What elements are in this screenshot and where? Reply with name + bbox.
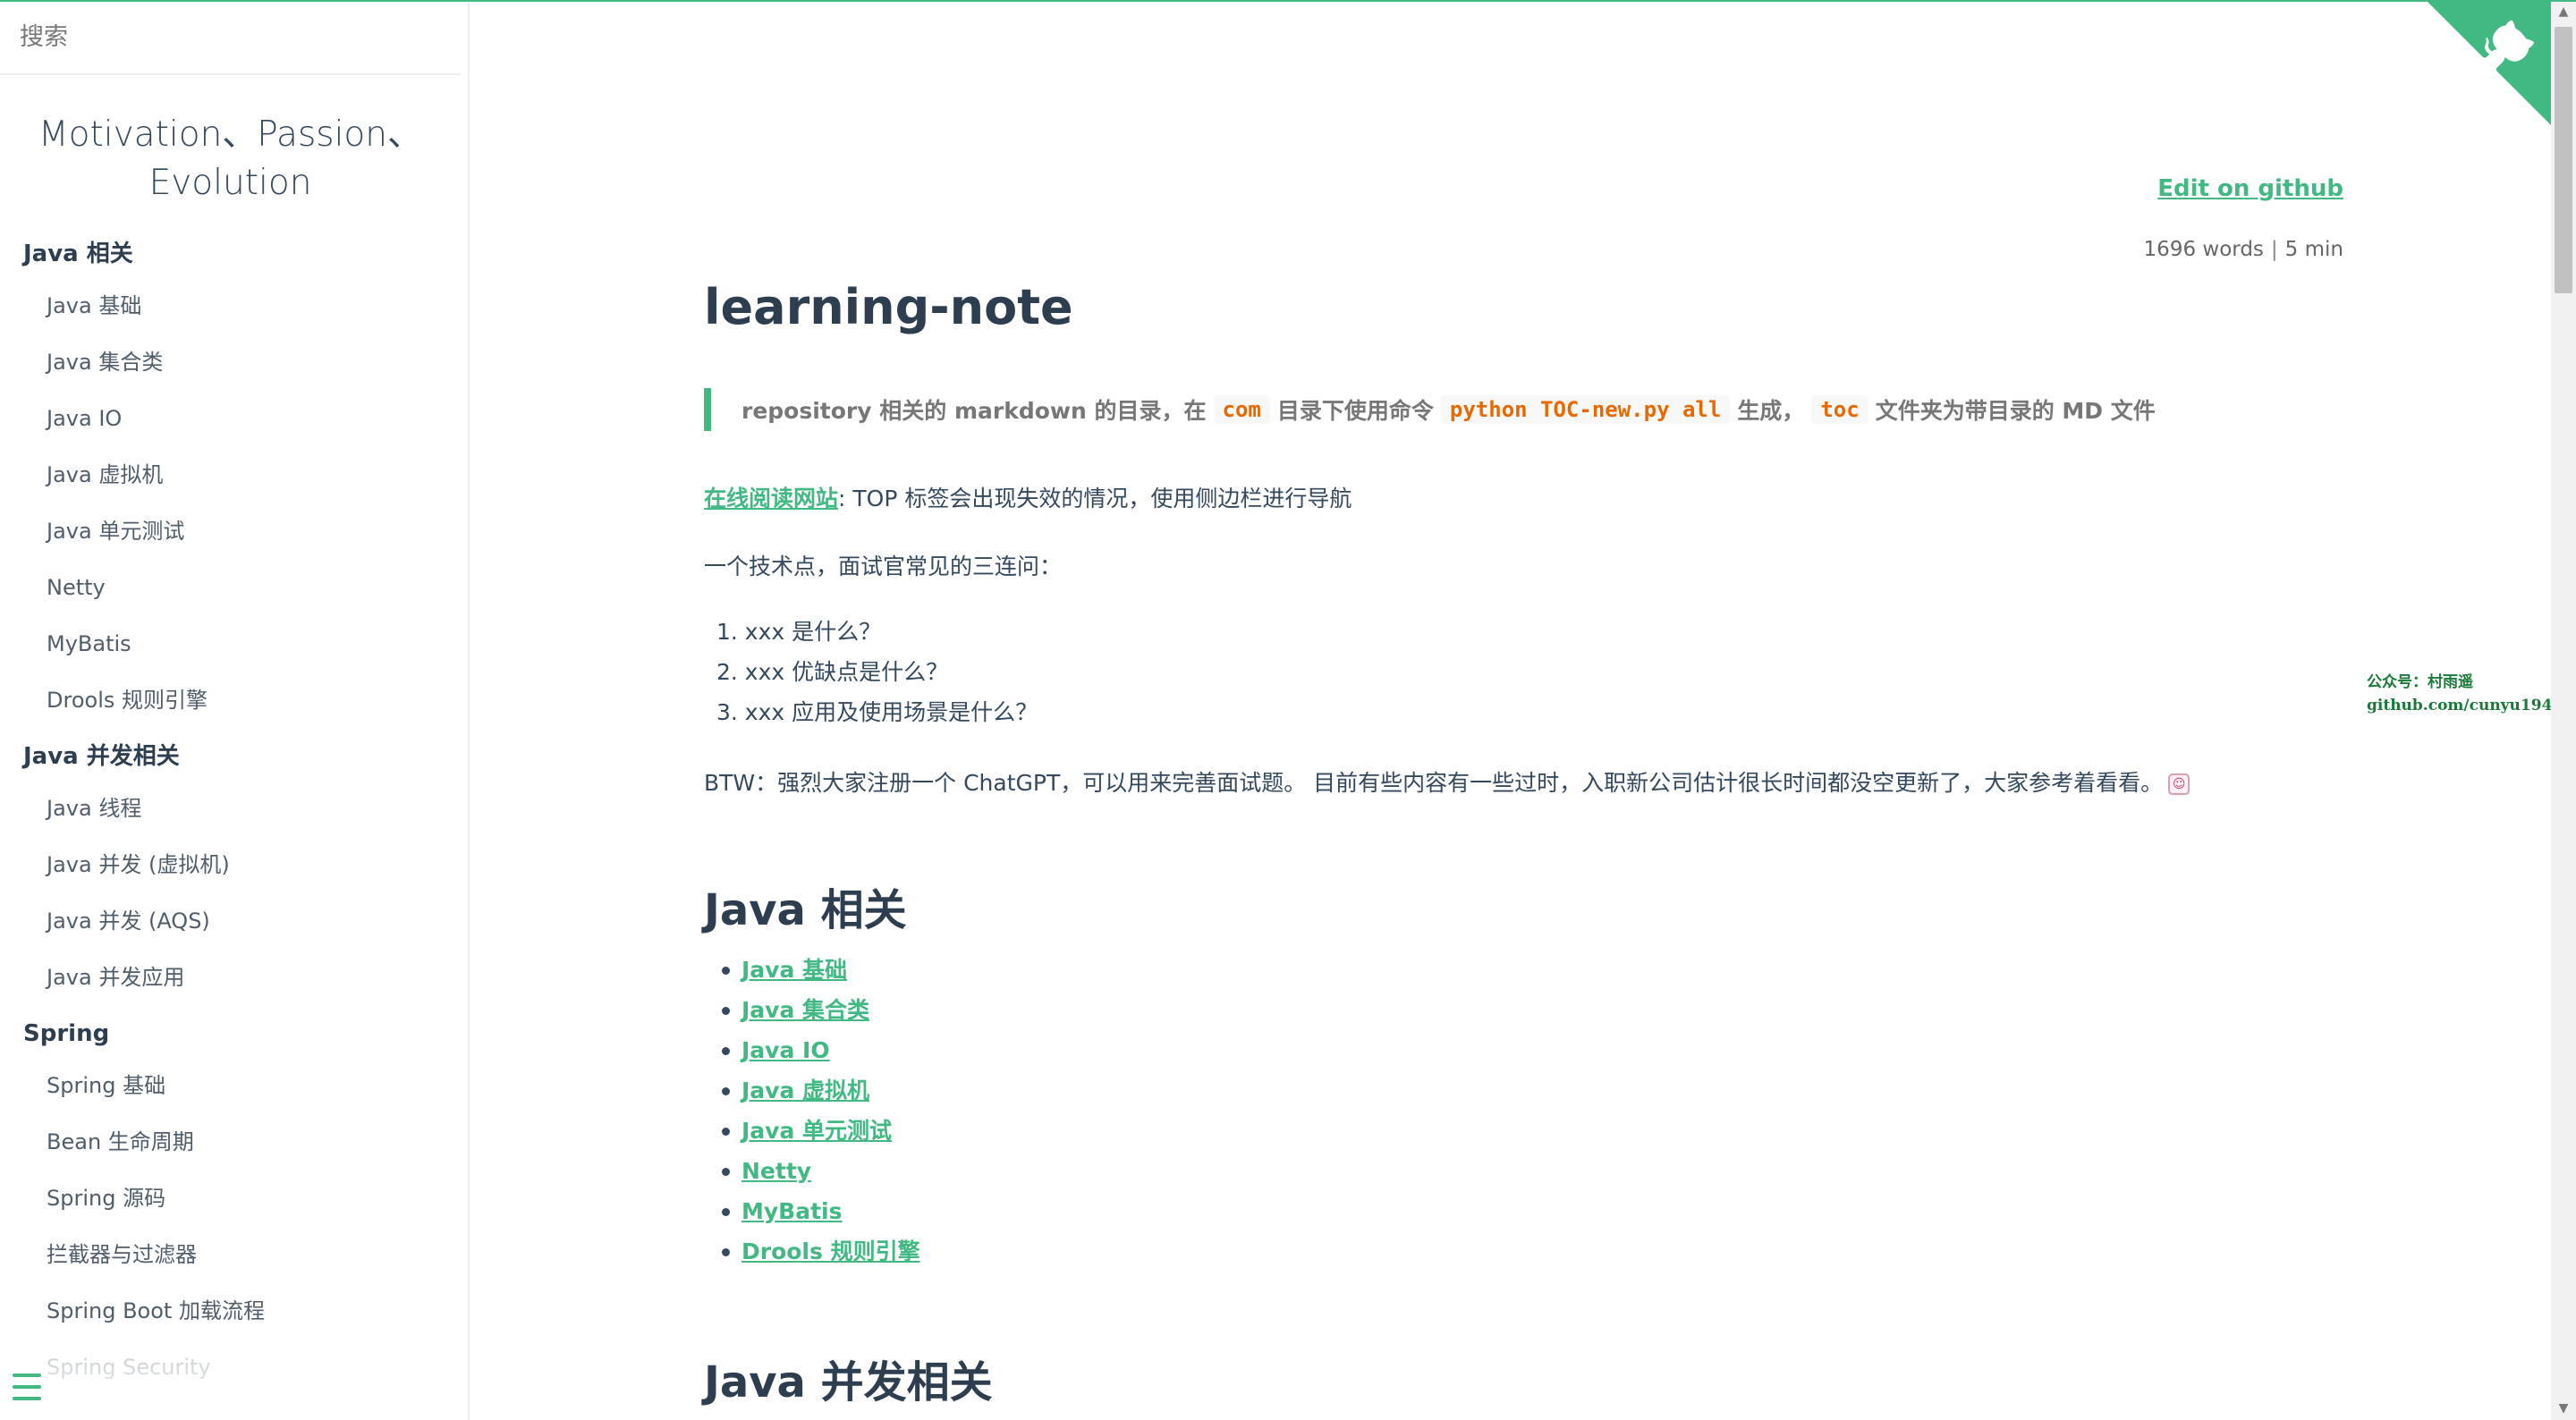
online-reading-paragraph: 在线阅读网站: TOP 标签会出现失效的情况，使用侧边栏进行导航: [704, 481, 1352, 513]
java-topic-link[interactable]: MyBatis: [741, 1198, 843, 1224]
btw-text: BTW：强烈大家注册一个 ChatGPT，可以用来完善面试题。 目前有些内容有一…: [704, 770, 2164, 796]
sidebar-item[interactable]: Java IO: [0, 399, 461, 455]
list-item: Drools 规则引擎: [722, 1235, 920, 1275]
sidebar-item[interactable]: Bean 生命周期: [0, 1122, 461, 1179]
java-topic-link[interactable]: Java 基础: [741, 957, 847, 983]
online-reading-link[interactable]: 在线阅读网站: [704, 486, 838, 511]
sidebar-item[interactable]: Spring 基础: [0, 1066, 461, 1122]
list-item: 3. xxx 应用及使用场景是什么？: [716, 699, 1038, 725]
list-item: Java 集合类: [722, 993, 920, 1034]
quote-text-3: 生成，: [1737, 398, 1805, 424]
intro-blockquote: repository 相关的 markdown 的目录，在 com 目录下使用命…: [704, 388, 2156, 431]
read-time: 5 min: [2284, 238, 2343, 261]
sidebar-item[interactable]: Java 并发 (虚拟机): [0, 845, 461, 901]
github-corner-link[interactable]: [2426, 0, 2551, 125]
main-content: Edit on github 1696 words | 5 min learning…: [704, 0, 2343, 1420]
list-item: Netty: [722, 1154, 920, 1195]
sidebar-item[interactable]: 拦截器与过滤器: [0, 1235, 461, 1291]
question-list: 1. xxx 是什么？ 2. xxx 优缺点是什么？ 3. xxx 应用及使用场景是…: [716, 615, 1038, 736]
list-item: MyBatis: [722, 1195, 920, 1235]
scrollbar-thumb[interactable]: [2555, 27, 2572, 293]
sidebar-item[interactable]: Java 基础: [0, 286, 461, 342]
btw-paragraph: BTW：强烈大家注册一个 ChatGPT，可以用来完善面试题。 目前有些内容有一…: [704, 765, 2190, 798]
sidebar-item[interactable]: Java 并发应用: [0, 958, 461, 1014]
online-reading-note: : TOP 标签会出现失效的情况，使用侧边栏进行导航: [838, 486, 1352, 511]
sidebar-item[interactable]: Java 虚拟机: [0, 455, 461, 511]
sidebar-nav: Java 相关 Java 基础 Java 集合类 Java IO Java 虚拟机 Jav…: [0, 234, 461, 1404]
reading-meta: 1696 words | 5 min: [2144, 238, 2343, 261]
top-accent-line: [0, 0, 2576, 2]
quote-text-2: 目录下使用命令: [1276, 398, 1434, 424]
sidebar-group[interactable]: Java 并发相关: [0, 737, 461, 789]
java-topic-link[interactable]: Drools 规则引擎: [741, 1238, 920, 1264]
quote-text-1: repository 相关的 markdown 的目录，在: [741, 398, 1207, 424]
list-item: Java IO: [722, 1034, 920, 1074]
list-item: Java 虚拟机: [722, 1074, 920, 1114]
sidebar-item[interactable]: Java 集合类: [0, 342, 461, 399]
list-item: Java 基础: [722, 953, 920, 993]
app-name[interactable]: Motivation、Passion、 Evolution: [0, 111, 461, 207]
watermark-line-1: 公众号：村雨遥: [2367, 673, 2473, 691]
sidebar-item[interactable]: Java 线程: [0, 789, 461, 845]
section-heading-java: Java 相关: [704, 885, 907, 935]
edit-on-github-link[interactable]: Edit on github: [2157, 175, 2343, 202]
sidebar-item[interactable]: Java 并发 (AQS): [0, 901, 461, 958]
quote-code-command: python TOC-new.py all: [1440, 395, 1731, 424]
watermark-line-2: github.com/cunyu1943: [2367, 697, 2563, 714]
page-title: learning-note: [704, 279, 1073, 335]
scroll-down-icon[interactable]: ▼: [2551, 1397, 2576, 1420]
intro-paragraph: 一个技术点，面试官常见的三连问：: [704, 554, 1063, 579]
list-item: Java 单元测试: [722, 1114, 920, 1154]
sidebar-group[interactable]: Spring: [0, 1014, 461, 1066]
scroll-up-icon[interactable]: ▲: [2551, 0, 2576, 23]
quote-code-com: com: [1213, 395, 1270, 424]
github-octocat-icon: [2426, 0, 2551, 125]
java-topic-link[interactable]: Netty: [741, 1158, 811, 1184]
java-topic-link[interactable]: Java 虚拟机: [741, 1078, 869, 1103]
java-topic-link[interactable]: Java 集合类: [741, 997, 869, 1023]
watermark: 公众号：村雨遥 github.com/cunyu1943: [2367, 671, 2563, 717]
search-input[interactable]: [20, 22, 440, 51]
sidebar: Motivation、Passion、 Evolution Java 相关Jav…: [0, 0, 470, 1420]
section-heading-java-concurrent: Java 并发相关: [704, 1357, 993, 1407]
word-count: 1696 words: [2143, 238, 2264, 261]
sidebar-item[interactable]: Netty: [0, 568, 461, 624]
sidebar-group[interactable]: Java 相关: [0, 234, 461, 286]
quote-code-toc: toc: [1811, 395, 1868, 424]
hamburger-icon[interactable]: [13, 1374, 41, 1400]
sidebar-item[interactable]: Spring 源码: [0, 1179, 461, 1235]
java-links-list: Java 基础 Java 集合类 Java IO Java 虚拟机 Java 单元测试 N…: [722, 953, 920, 1275]
app-name-line-1: Motivation、Passion、: [38, 114, 423, 155]
list-item: 1. xxx 是什么？: [716, 619, 882, 645]
java-topic-link[interactable]: Java IO: [741, 1037, 830, 1063]
sidebar-item[interactable]: Spring Boot 加载流程: [0, 1291, 461, 1348]
search-box: [0, 0, 461, 75]
sidebar-item[interactable]: MyBatis: [0, 624, 461, 680]
sidebar-item[interactable]: Spring Security: [0, 1348, 461, 1404]
emoji-icon: ☺: [2168, 773, 2190, 795]
sidebar-item[interactable]: Drools 规则引擎: [0, 680, 461, 737]
sidebar-item[interactable]: Java 单元测试: [0, 511, 461, 568]
page-scrollbar[interactable]: ▲ ▼: [2551, 0, 2576, 1420]
app-name-line-2: Evolution: [148, 163, 312, 203]
list-item: 2. xxx 优缺点是什么？: [716, 659, 949, 685]
meta-separator: |: [2270, 238, 2278, 261]
java-topic-link[interactable]: Java 单元测试: [741, 1118, 892, 1144]
quote-text-4: 文件夹为带目录的 MD 文件: [1875, 398, 2156, 424]
